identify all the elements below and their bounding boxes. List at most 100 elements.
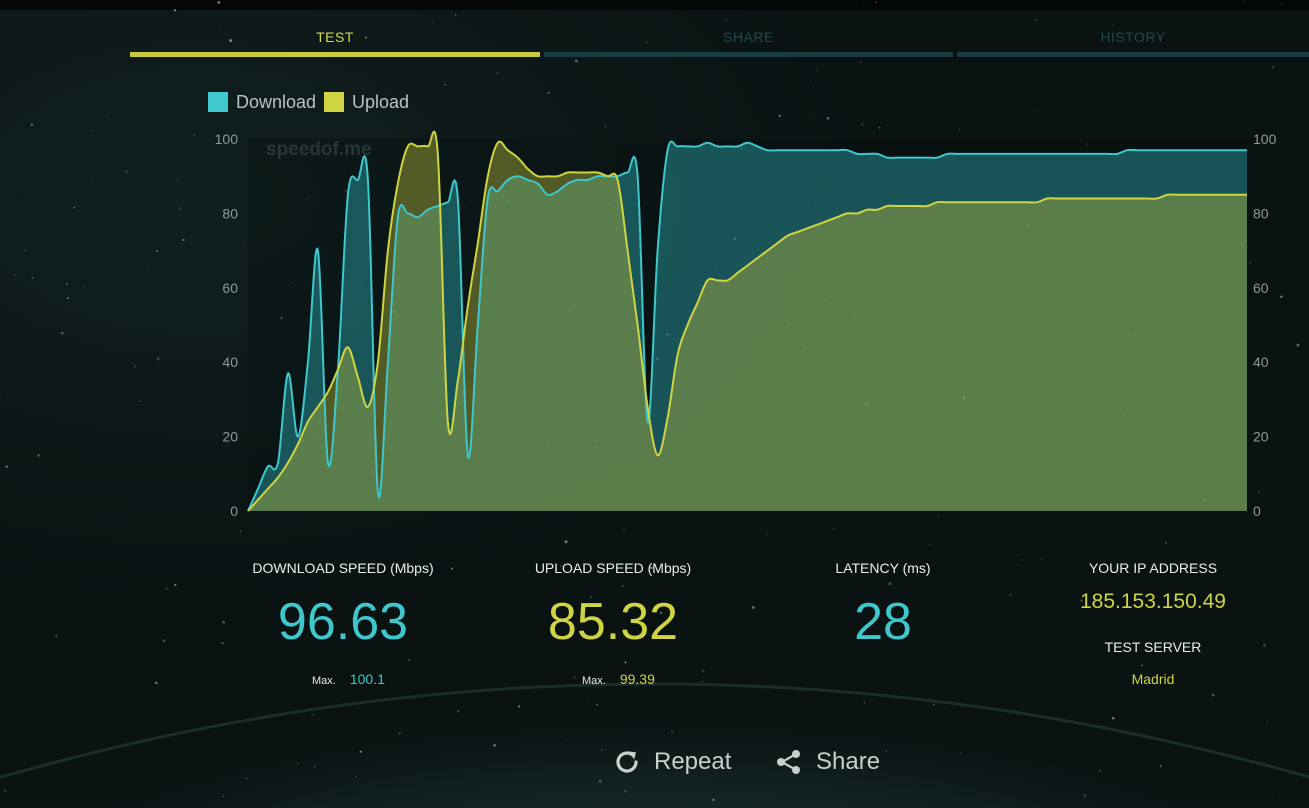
star xyxy=(1242,0,1245,3)
star xyxy=(588,697,590,699)
star xyxy=(450,567,454,570)
tab-test-underline xyxy=(130,52,540,57)
latency-label: LATENCY (ms) xyxy=(835,560,931,576)
star xyxy=(92,178,94,180)
star xyxy=(624,789,627,793)
star xyxy=(496,72,499,75)
star xyxy=(245,777,248,780)
star xyxy=(875,1,877,3)
upload-speed-label: UPLOAD SPEED (Mbps) xyxy=(534,560,692,576)
star xyxy=(1034,109,1036,111)
refresh-icon xyxy=(616,751,638,773)
star xyxy=(624,661,627,664)
star xyxy=(1083,794,1087,797)
test-server-label: TEST SERVER xyxy=(1104,639,1202,655)
star xyxy=(100,711,102,713)
test-server-value: Madrid xyxy=(1131,671,1175,687)
star xyxy=(311,713,314,716)
star xyxy=(751,606,755,609)
star xyxy=(193,134,196,136)
tab-history[interactable]: HISTORY xyxy=(957,29,1309,57)
y-tick-label-right: 60 xyxy=(1253,280,1269,296)
star xyxy=(1271,65,1275,69)
star xyxy=(133,365,137,368)
repeat-label: Repeat xyxy=(654,748,732,775)
star xyxy=(173,9,177,12)
star xyxy=(156,357,160,361)
upload-max-value: 99.39 xyxy=(619,671,655,687)
star xyxy=(573,676,576,679)
y-tick-label-right: 40 xyxy=(1253,354,1269,370)
upload-max-label: Max. xyxy=(582,675,606,687)
star xyxy=(725,18,727,21)
star xyxy=(0,392,2,395)
star xyxy=(701,681,704,683)
latency-value: 28 xyxy=(854,593,912,651)
y-tick-label-right: 80 xyxy=(1253,205,1269,221)
download-max: Max. 100.1 xyxy=(312,671,385,687)
star xyxy=(885,750,887,752)
chart-watermark: speedof.me xyxy=(266,139,372,160)
star xyxy=(1035,18,1038,21)
star xyxy=(3,789,6,792)
star xyxy=(1263,643,1266,647)
y-tick-label-left: 80 xyxy=(222,205,238,221)
star xyxy=(561,743,563,745)
star xyxy=(1041,558,1043,561)
download-speed-value: 96.63 xyxy=(277,593,409,651)
star xyxy=(125,170,128,173)
repeat-button[interactable]: Repeat xyxy=(612,744,731,780)
star xyxy=(177,180,179,182)
star xyxy=(1266,721,1268,723)
star xyxy=(810,114,812,116)
legend-download-swatch xyxy=(208,92,228,112)
tab-history-underline xyxy=(957,52,1309,57)
star xyxy=(106,115,108,117)
star xyxy=(1278,794,1280,796)
tab-test[interactable]: TEST xyxy=(130,29,540,57)
star xyxy=(960,752,961,754)
star xyxy=(670,729,674,733)
star xyxy=(778,114,781,117)
tab-test-label: TEST xyxy=(316,29,354,45)
star xyxy=(65,283,68,286)
star xyxy=(456,710,460,713)
star xyxy=(701,669,705,673)
star xyxy=(929,544,931,545)
share-label: Share xyxy=(816,748,881,775)
star xyxy=(888,582,892,586)
star xyxy=(1280,3,1283,5)
star xyxy=(712,798,715,802)
legend-upload-label: Upload xyxy=(352,91,410,112)
ip-address-value: 185.153.150.49 xyxy=(1080,590,1226,613)
star xyxy=(921,11,923,13)
star xyxy=(222,620,225,624)
star xyxy=(826,116,830,120)
y-tick-label-right: 0 xyxy=(1253,503,1261,519)
star xyxy=(1111,24,1113,26)
tab-history-label: HISTORY xyxy=(1100,29,1166,45)
star xyxy=(833,528,835,530)
star xyxy=(1099,769,1101,772)
star xyxy=(182,238,185,242)
star xyxy=(1009,593,1012,597)
star xyxy=(296,762,299,765)
star xyxy=(1211,693,1215,697)
y-tick-label-left: 40 xyxy=(222,354,238,370)
star xyxy=(815,68,818,71)
star xyxy=(83,286,85,289)
star xyxy=(517,705,521,708)
share-button[interactable]: Share xyxy=(774,744,880,780)
star xyxy=(139,400,142,402)
star xyxy=(1141,664,1143,667)
tab-share[interactable]: SHARE xyxy=(544,29,953,57)
star xyxy=(14,273,17,277)
star xyxy=(432,21,434,23)
star xyxy=(17,197,19,199)
star xyxy=(596,703,599,706)
legend-download-label: Download xyxy=(236,91,317,112)
star xyxy=(162,639,166,643)
star xyxy=(810,79,812,81)
speed-chart: speedof.me 0 0 20 20 40 40 60 60 80 80 100 100 xyxy=(215,130,1277,519)
upload-speed-value: 85.32 xyxy=(547,593,679,651)
